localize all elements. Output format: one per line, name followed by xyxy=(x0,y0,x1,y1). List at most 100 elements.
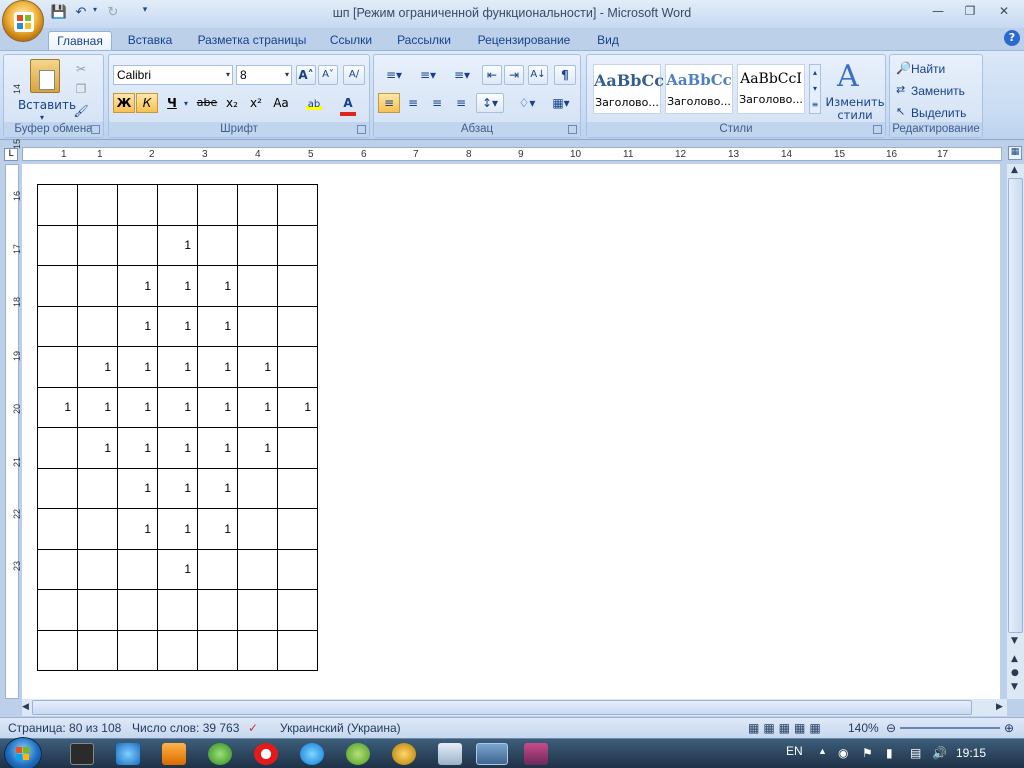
tray-expand-icon[interactable]: ▲ xyxy=(818,746,827,756)
show-marks-icon[interactable]: ¶ xyxy=(554,65,576,85)
skype-taskbar-icon[interactable] xyxy=(300,743,324,765)
line-spacing-icon[interactable]: ↕▾ xyxy=(476,93,504,113)
shrink-font-icon[interactable]: A˅ xyxy=(318,65,338,85)
table-cell[interactable] xyxy=(77,508,118,550)
power-icon[interactable]: ▮ xyxy=(886,746,893,760)
table-cell[interactable]: 1 xyxy=(77,386,118,428)
document-table[interactable]: 1111111111111111111111111111111 xyxy=(37,184,318,671)
table-cell[interactable]: 1 xyxy=(237,346,278,388)
flag-icon[interactable]: ⚑ xyxy=(862,746,873,760)
align-left-icon[interactable]: ≡ xyxy=(378,93,400,113)
change-styles-button[interactable]: Изменить стили xyxy=(823,95,887,123)
start-button[interactable] xyxy=(4,737,42,768)
table-cell[interactable] xyxy=(237,305,278,347)
table-cell[interactable]: 1 xyxy=(157,346,198,388)
table-cell[interactable] xyxy=(237,184,278,226)
table-cell[interactable] xyxy=(157,589,198,631)
table-cell[interactable]: 1 xyxy=(157,508,198,550)
app-taskbar-icon[interactable] xyxy=(346,743,370,765)
increase-indent-icon[interactable]: ⇥ xyxy=(504,65,524,85)
table-cell[interactable] xyxy=(157,184,198,226)
table-cell[interactable] xyxy=(277,427,318,469)
bold-button[interactable]: Ж xyxy=(113,93,135,113)
zoom-slider[interactable] xyxy=(900,727,1000,729)
table-cell[interactable]: 1 xyxy=(157,224,198,266)
select-button[interactable]: Выделить xyxy=(910,103,978,123)
prev-page-icon[interactable]: ▲ xyxy=(1011,654,1018,664)
word-taskbar-icon[interactable] xyxy=(476,743,508,765)
table-cell[interactable] xyxy=(277,184,318,226)
table-cell[interactable]: 1 xyxy=(117,467,158,509)
copy-icon[interactable]: ❐ xyxy=(70,79,92,99)
table-cell[interactable] xyxy=(277,224,318,266)
view-buttons-icon[interactable]: ▦▦▦▦▦ xyxy=(748,721,825,735)
ruler-strip[interactable]: 1 1 2 3 4 5 6 7 8 9 10 11 12 13 14 15 16 17 xyxy=(22,147,1002,161)
vertical-scrollbar[interactable]: ▲ ▼ ▲ ● ▼ xyxy=(1007,164,1024,699)
table-cell[interactable]: 1 xyxy=(197,346,238,388)
paragraph-launcher-icon[interactable] xyxy=(568,125,577,134)
table-cell[interactable] xyxy=(197,629,238,671)
document-page[interactable]: 1111111111111111111111111111111 xyxy=(22,164,1000,699)
align-right-icon[interactable]: ≡ xyxy=(426,93,448,113)
font-launcher-icon[interactable] xyxy=(357,125,366,134)
utorrent-taskbar-icon[interactable] xyxy=(208,743,232,765)
zoom-level[interactable]: 140% xyxy=(848,721,879,735)
table-cell[interactable] xyxy=(117,184,158,226)
table-cell[interactable] xyxy=(77,184,118,226)
media-player-taskbar-icon[interactable] xyxy=(162,743,186,765)
paste-dropdown-icon[interactable]: ▾ xyxy=(40,113,44,122)
vertical-ruler[interactable]: 14 15 16 17 18 19 20 21 22 23 xyxy=(0,84,22,699)
highlight-icon[interactable]: ab xyxy=(301,93,327,113)
font-color-icon[interactable]: A xyxy=(333,93,363,116)
table-cell[interactable] xyxy=(237,224,278,266)
table-cell[interactable] xyxy=(77,467,118,509)
table-cell[interactable] xyxy=(37,629,78,671)
network-icon[interactable]: ▤ xyxy=(910,746,921,760)
table-cell[interactable]: 1 xyxy=(77,427,118,469)
table-cell[interactable] xyxy=(117,589,158,631)
office-button[interactable] xyxy=(2,0,44,42)
table-cell[interactable]: 1 xyxy=(237,427,278,469)
explorer-taskbar-icon[interactable] xyxy=(70,743,94,765)
view-ruler-icon[interactable]: ▦ xyxy=(1008,146,1022,160)
table-cell[interactable] xyxy=(77,224,118,266)
table-cell[interactable]: 1 xyxy=(157,548,198,590)
calculator-taskbar-icon[interactable] xyxy=(438,743,462,765)
grow-font-icon[interactable]: A˄ xyxy=(296,65,316,85)
shading-icon[interactable]: ♢▾ xyxy=(512,93,542,113)
scroll-right-icon[interactable]: ▶ xyxy=(996,702,1003,712)
cut-icon[interactable]: ✂ xyxy=(70,59,92,79)
tray-app-icon[interactable]: ◉ xyxy=(838,746,848,760)
italic-button[interactable]: К xyxy=(136,93,158,113)
tab-selector-icon[interactable]: L xyxy=(4,148,18,161)
table-cell[interactable] xyxy=(237,629,278,671)
font-size-dropdown-icon[interactable]: ▾ xyxy=(285,66,289,84)
zoom-out-icon[interactable]: ⊖ xyxy=(886,721,896,735)
underline-button[interactable]: Ч xyxy=(161,93,183,113)
table-cell[interactable] xyxy=(157,629,198,671)
table-cell[interactable]: 1 xyxy=(197,265,238,307)
font-name-combo[interactable]: Calibri ▾ xyxy=(113,65,233,85)
borders-icon[interactable]: ▦▾ xyxy=(546,93,576,113)
table-cell[interactable] xyxy=(277,508,318,550)
table-cell[interactable] xyxy=(37,589,78,631)
strikethrough-button[interactable]: abe xyxy=(195,93,219,113)
ie-taskbar-icon[interactable] xyxy=(116,743,140,765)
tab-view[interactable]: Вид xyxy=(590,31,626,50)
replace-button[interactable]: Заменить xyxy=(910,81,974,101)
style-heading-2[interactable]: AaBbCc Заголово... xyxy=(665,64,733,114)
winrar-taskbar-icon[interactable] xyxy=(524,743,548,765)
decrease-indent-icon[interactable]: ⇤ xyxy=(482,65,502,85)
clear-format-icon[interactable]: A∕ xyxy=(343,65,365,85)
table-cell[interactable] xyxy=(77,589,118,631)
volume-icon[interactable]: 🔊 xyxy=(932,746,947,760)
styles-launcher-icon[interactable] xyxy=(873,125,882,134)
table-cell[interactable]: 1 xyxy=(117,386,158,428)
select-browse-object-icon[interactable]: ● xyxy=(1011,668,1019,678)
table-cell[interactable] xyxy=(197,184,238,226)
table-cell[interactable]: 1 xyxy=(197,386,238,428)
table-cell[interactable]: 1 xyxy=(157,305,198,347)
zoom-in-icon[interactable]: ⊕ xyxy=(1004,721,1014,735)
underline-dropdown-icon[interactable]: ▾ xyxy=(184,99,188,108)
horizontal-ruler[interactable]: L 1 1 2 3 4 5 6 7 8 9 10 11 12 13 14 15 16 17 ▦ xyxy=(0,142,1024,164)
